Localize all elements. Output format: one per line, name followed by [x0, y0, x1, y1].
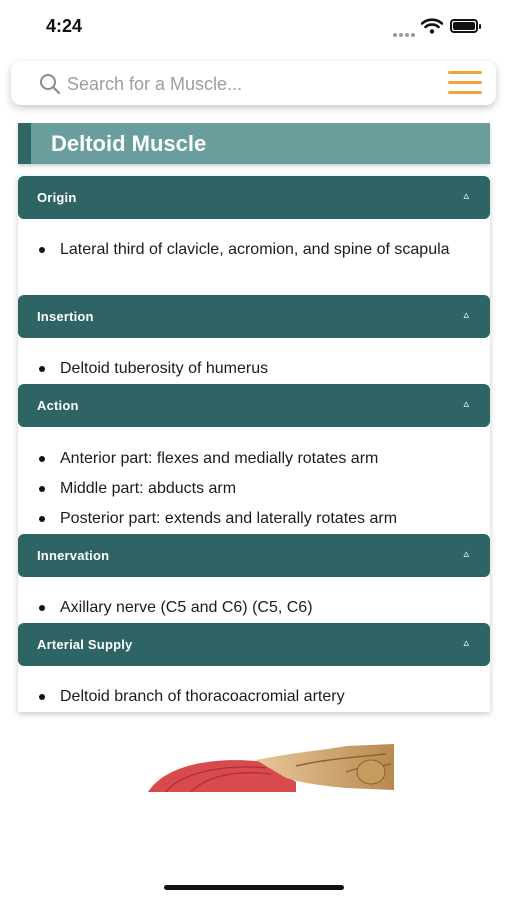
search-input[interactable]	[65, 69, 429, 99]
list-item-text: Anterior part: flexes and medially rotat…	[60, 450, 379, 467]
section-label: Innervation	[37, 548, 110, 563]
triangle-up-icon: ▵	[463, 398, 469, 410]
section-header-action[interactable]: Action ▵	[18, 384, 490, 427]
list-item-text: Axillary nerve (C5 and C6) (C5, C6)	[60, 599, 313, 616]
title-bar: Deltoid Muscle	[18, 123, 490, 164]
list-item-text: Posterior part: extends and laterally ro…	[60, 510, 398, 527]
deltoid-illustration	[148, 744, 394, 792]
bullet	[39, 247, 45, 253]
triangle-up-icon: ▵	[463, 190, 469, 202]
triangle-up-icon: ▵	[463, 548, 469, 560]
list-item-text: Middle part: abducts arm	[60, 480, 237, 497]
bullet	[39, 605, 45, 611]
section-header-arterial-supply[interactable]: Arterial Supply ▵	[18, 623, 490, 666]
home-indicator[interactable]	[164, 885, 344, 890]
triangle-up-icon: ▵	[463, 637, 469, 649]
list-item-text: Deltoid branch of thoracoacromial artery	[60, 688, 345, 705]
list-item-text: Deltoid tuberosity of humerus	[60, 360, 269, 377]
search-bar	[11, 61, 496, 105]
section-header-innervation[interactable]: Innervation ▵	[18, 534, 490, 577]
section-label: Insertion	[37, 309, 94, 324]
section-header-origin[interactable]: Origin ▵	[18, 176, 490, 219]
wifi-icon	[421, 18, 443, 34]
bullet	[39, 486, 45, 492]
page-title: Deltoid Muscle	[51, 131, 207, 156]
section-header-insertion[interactable]: Insertion ▵	[18, 295, 490, 338]
cellular-signal-icon	[393, 24, 417, 37]
bullet	[39, 456, 45, 462]
section-label: Arterial Supply	[37, 637, 133, 652]
section-label: Action	[37, 398, 79, 413]
bullet	[39, 516, 45, 522]
bullet	[39, 694, 45, 700]
triangle-up-icon: ▵	[463, 309, 469, 321]
status-bar: 4:24	[0, 0, 507, 54]
bullet	[39, 366, 45, 372]
muscle-details-card: Origin ▵ Lateral third of clavicle, acro…	[18, 176, 490, 712]
search-icon	[40, 74, 61, 95]
section-label: Origin	[37, 190, 77, 205]
list-item-text: Lateral third of clavicle, acromion, and…	[60, 241, 450, 258]
hamburger-menu-icon[interactable]	[448, 70, 484, 96]
battery-icon	[450, 19, 481, 33]
status-time: 4:24	[46, 16, 83, 36]
title-accent	[18, 123, 31, 164]
